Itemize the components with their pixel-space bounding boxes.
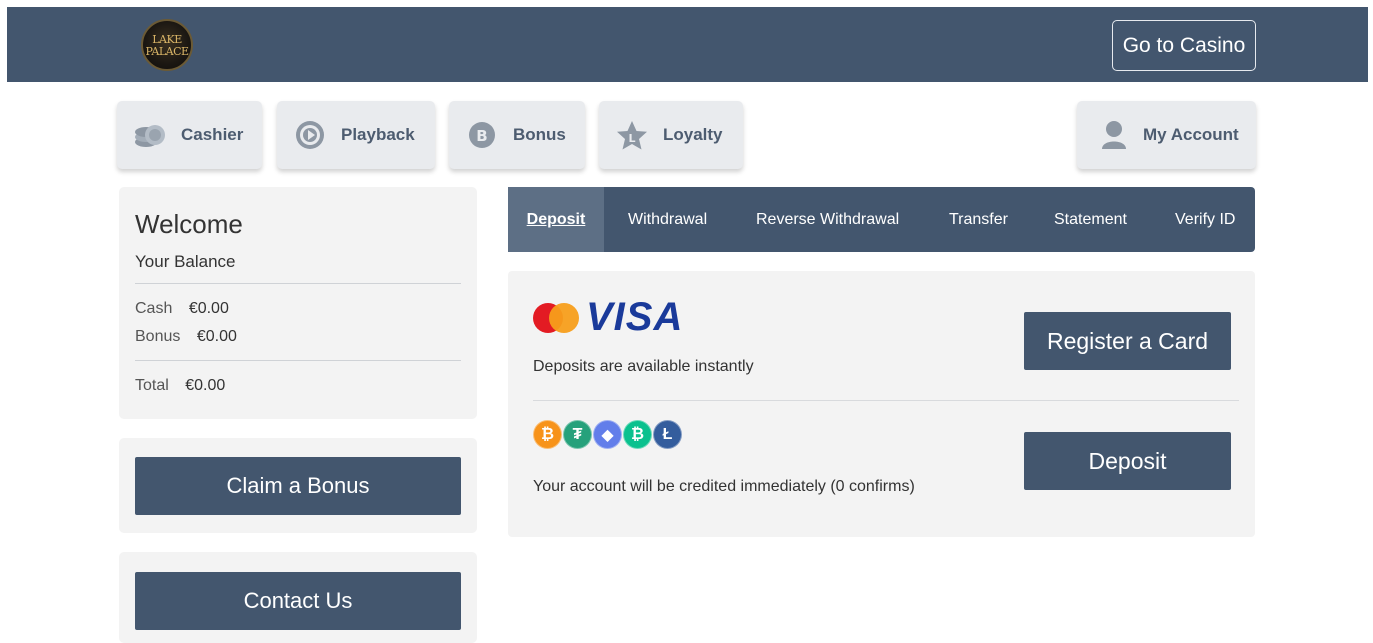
nav-bonus[interactable]: B Bonus (449, 101, 585, 169)
bitcoin-icon: ₿ (533, 420, 562, 449)
tab-reverse-withdrawal[interactable]: Reverse Withdrawal (756, 187, 899, 252)
bonus-icon: B (465, 118, 499, 152)
tether-icon: ₮ (563, 420, 592, 449)
deposit-methods: VISA Deposits are available instantly Re… (508, 271, 1255, 537)
welcome-heading: Welcome (135, 209, 243, 239)
playback-icon (293, 118, 327, 152)
cash-label: Cash (135, 300, 173, 317)
contact-panel: Contact Us (119, 552, 477, 643)
nav-my-account[interactable]: My Account (1077, 101, 1256, 169)
bonus-value: €0.00 (196, 328, 237, 345)
litecoin-icon: Ł (653, 420, 682, 449)
bonus-row: Bonus €0.00 (135, 328, 237, 346)
nav-cashier-label: Cashier (181, 125, 244, 144)
nav-playback[interactable]: Playback (277, 101, 435, 169)
your-balance-label: Your Balance (135, 252, 236, 271)
top-header: LAKE PALACE Go to Casino (7, 7, 1368, 82)
nav-my-account-label: My Account (1143, 125, 1239, 144)
cash-row: Cash €0.00 (135, 300, 229, 318)
svg-text:L: L (628, 132, 635, 145)
total-row: Total €0.00 (135, 377, 225, 395)
cash-value: €0.00 (188, 300, 229, 317)
crypto-deposit-button[interactable]: Deposit (1024, 432, 1231, 490)
cashier-tabs: Deposit Withdrawal Reverse Withdrawal Tr… (508, 187, 1255, 252)
register-card-button[interactable]: Register a Card (1024, 312, 1231, 370)
visa-logo: VISA (586, 295, 684, 339)
go-to-casino-button[interactable]: Go to Casino (1112, 20, 1256, 71)
total-value: €0.00 (185, 377, 226, 394)
bitcoin-cash-icon: ₿ (623, 420, 652, 449)
crypto-icons: ₿ ₮ ◆ ₿ Ł (533, 420, 683, 449)
tab-statement[interactable]: Statement (1054, 187, 1127, 252)
balance-divider-top (135, 283, 461, 284)
tab-transfer[interactable]: Transfer (949, 187, 1008, 252)
ethereum-icon: ◆ (593, 420, 622, 449)
nav-loyalty-label: Loyalty (663, 125, 723, 144)
logo-badge: LAKE PALACE (141, 19, 193, 71)
logo-text-line2: PALACE (145, 45, 189, 58)
claim-bonus-panel: Claim a Bonus (119, 438, 477, 533)
bonus-label: Bonus (135, 328, 181, 345)
nav-playback-label: Playback (341, 125, 415, 144)
crypto-description: Your account will be credited immediatel… (533, 478, 915, 495)
coins-icon (133, 118, 167, 152)
nav-bonus-label: Bonus (513, 125, 566, 144)
nav-cashier[interactable]: Cashier (117, 101, 262, 169)
claim-bonus-button[interactable]: Claim a Bonus (135, 457, 461, 515)
nav-loyalty[interactable]: L Loyalty (599, 101, 743, 169)
user-icon (1097, 118, 1131, 152)
contact-us-button[interactable]: Contact Us (135, 572, 461, 630)
tab-verify-id[interactable]: Verify ID (1175, 187, 1235, 252)
balance-divider-bottom (135, 360, 461, 361)
card-description: Deposits are available instantly (533, 358, 754, 375)
star-icon: L (615, 118, 649, 152)
total-label: Total (135, 377, 169, 394)
methods-divider (533, 400, 1239, 401)
mastercard-icon (533, 301, 583, 335)
tab-withdrawal[interactable]: Withdrawal (628, 187, 707, 252)
tab-deposit[interactable]: Deposit (508, 187, 604, 252)
svg-text:B: B (476, 127, 487, 145)
casino-logo[interactable]: LAKE PALACE (135, 17, 205, 73)
balance-panel: Welcome Your Balance Cash €0.00 Bonus €0… (119, 187, 477, 419)
